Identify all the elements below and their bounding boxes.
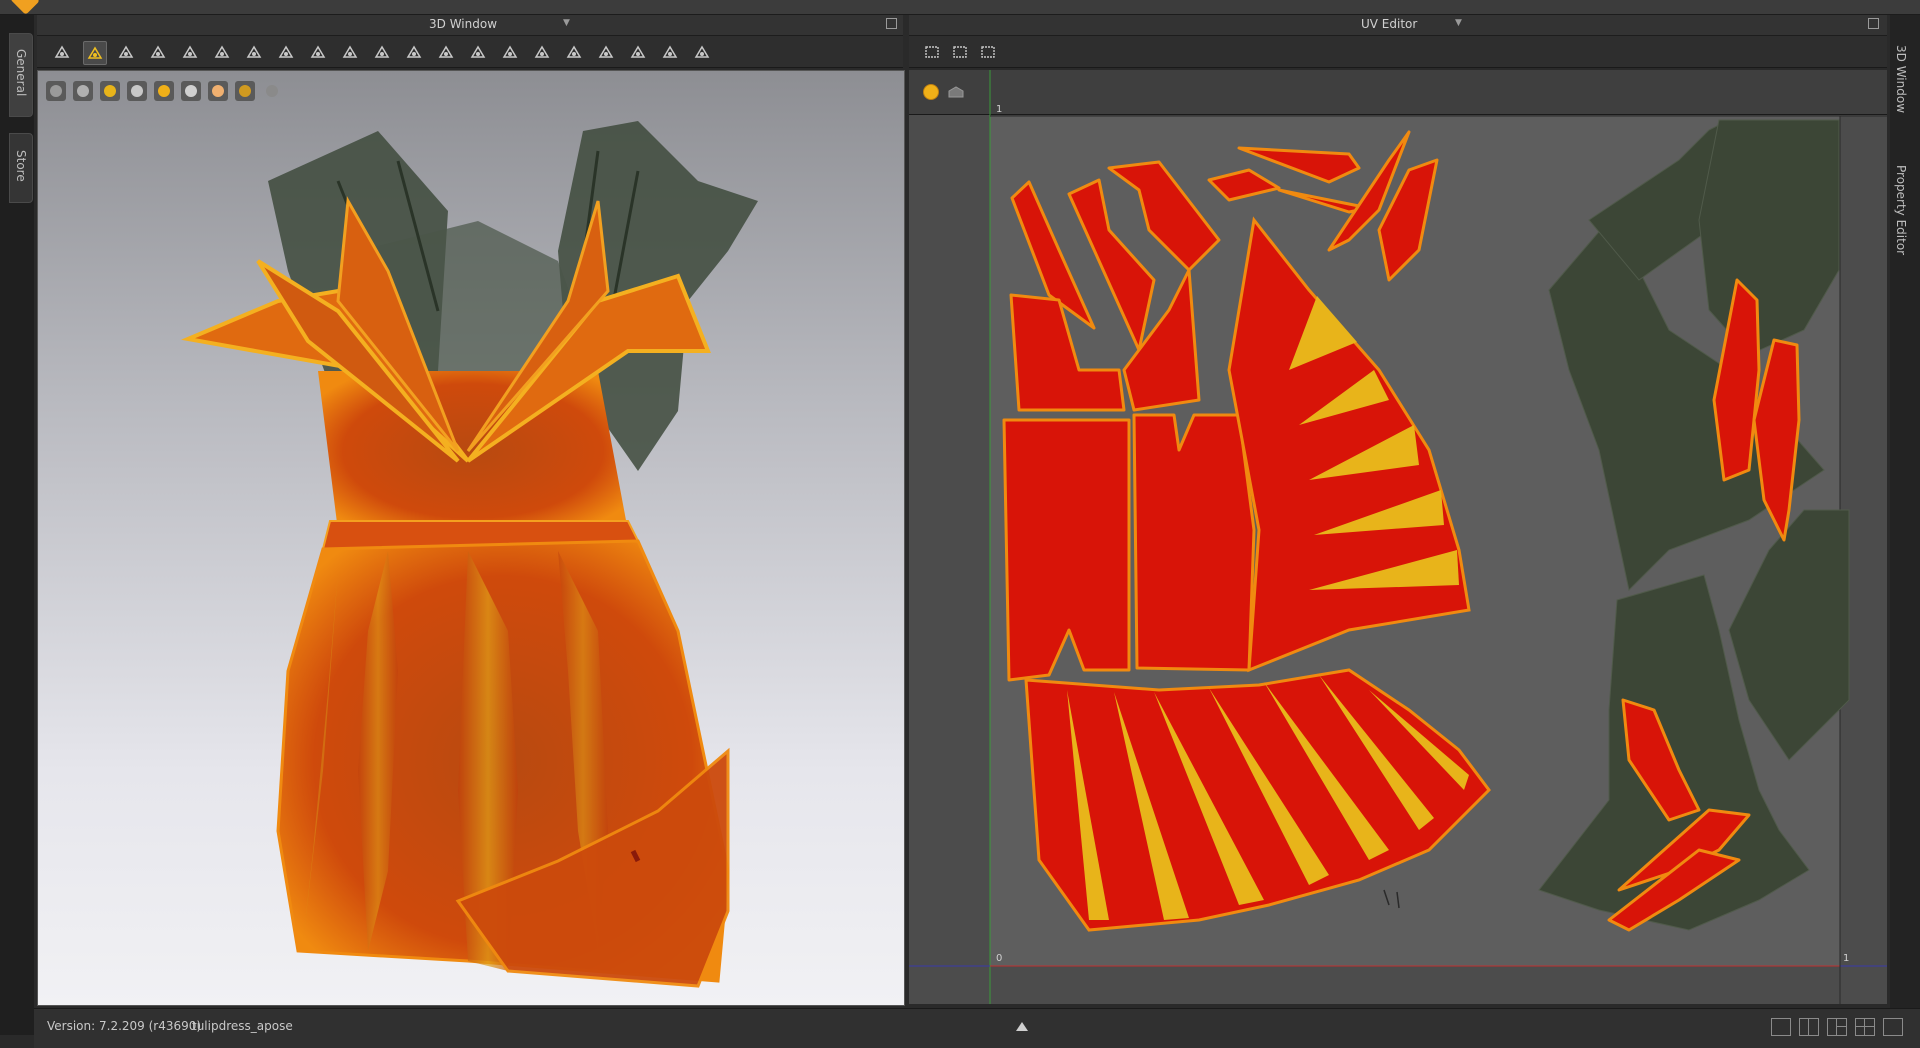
arrangement-icon[interactable]	[243, 41, 265, 63]
tab-3d-window-label: 3D Window	[1894, 45, 1908, 114]
puckering-icon[interactable]	[371, 41, 393, 63]
uv-toolbar	[909, 36, 1887, 68]
quad-view-icon[interactable]	[1855, 1018, 1875, 1036]
mesh-grid-icon[interactable]	[403, 41, 425, 63]
app-logo	[10, 0, 40, 15]
version-label: Version:	[47, 1019, 96, 1033]
chevron-down-icon[interactable]: ▼	[563, 18, 570, 28]
popout-icon[interactable]	[1868, 18, 1879, 29]
dual-view-icon[interactable]	[1799, 1018, 1819, 1036]
tab-property-editor-label: Property Editor	[1894, 165, 1908, 256]
zipper-icon[interactable]	[467, 41, 489, 63]
popout-icon[interactable]	[886, 18, 897, 29]
chevron-down-icon[interactable]: ▼	[1455, 18, 1462, 28]
fold-icon[interactable]	[211, 41, 233, 63]
tab-general-label: General	[14, 49, 28, 97]
uv-fan-piece-lower	[1024, 668, 1491, 932]
edit-texture-icon[interactable]	[435, 41, 457, 63]
window3d-title: 3D Window	[429, 17, 498, 31]
tab-property-editor[interactable]: Property Editor	[1894, 165, 1916, 255]
tab-3d-window[interactable]: 3D Window	[1894, 45, 1916, 113]
measure-icon[interactable]	[531, 41, 553, 63]
version-value: 7.2.209 (r43690)	[99, 1019, 202, 1033]
edit-pattern-icon[interactable]	[115, 41, 137, 63]
left-tab-bar: General Store	[0, 15, 34, 1035]
sewing-icon[interactable]	[563, 41, 585, 63]
window3d-header: 3D Window ▼	[37, 15, 903, 36]
uv-transform-icon[interactable]	[949, 41, 971, 63]
uv-axis-right-label: 1	[1843, 953, 1849, 964]
status-bar: Version: 7.2.209 (r43690) tulipdress_apo…	[34, 1008, 1920, 1048]
seam-icon[interactable]	[627, 41, 649, 63]
tack-icon[interactable]	[147, 41, 169, 63]
transform-pattern-icon[interactable]	[83, 41, 107, 65]
avatar-run-icon[interactable]	[691, 41, 713, 63]
uv-editor-canvas[interactable]: 1 0 1	[909, 70, 1887, 1004]
piping-icon[interactable]	[499, 41, 521, 63]
reset-view-icon[interactable]	[1883, 1018, 1903, 1036]
select-mesh-icon[interactable]	[51, 41, 73, 63]
uv-axis-origin-label: 0	[996, 953, 1002, 964]
file-name: tulipdress_apose	[192, 1019, 293, 1033]
uv-layout: 1 0 1	[909, 70, 1887, 1004]
uv-editor-title: UV Editor	[1361, 17, 1418, 31]
single-view-icon[interactable]	[1771, 1018, 1791, 1036]
uv-arrange-icon[interactable]	[977, 41, 999, 63]
right-tab-bar: 3D Window Property Editor	[1890, 15, 1920, 1035]
topstitch-icon[interactable]	[339, 41, 361, 63]
uv-axis-top-label: 1	[996, 104, 1002, 115]
uv-fan-piece-upper	[1227, 216, 1471, 673]
hanging-icon[interactable]	[659, 41, 681, 63]
expand-panel-icon[interactable]	[1016, 1022, 1028, 1031]
uv-select-icon[interactable]	[921, 41, 943, 63]
tab-store-label: Store	[14, 150, 28, 182]
pin-icon[interactable]	[179, 41, 201, 63]
viewport-3d[interactable]	[37, 70, 905, 1006]
tab-store[interactable]: Store	[9, 133, 33, 203]
button-icon[interactable]	[307, 41, 329, 63]
triple-view-icon[interactable]	[1827, 1018, 1847, 1036]
garment-render	[180, 121, 758, 988]
uv-editor-header: UV Editor ▼	[909, 15, 1887, 36]
title-strip	[0, 0, 1920, 15]
strap-icon[interactable]	[275, 41, 297, 63]
line-icon[interactable]	[595, 41, 617, 63]
window3d-toolbar	[37, 36, 903, 68]
tab-general[interactable]: General	[9, 33, 33, 117]
